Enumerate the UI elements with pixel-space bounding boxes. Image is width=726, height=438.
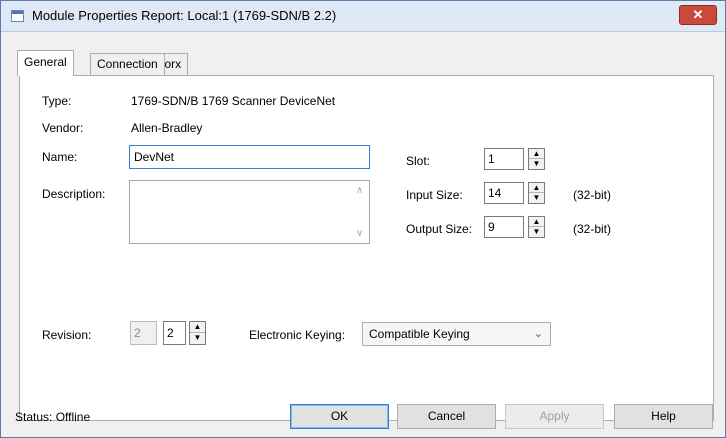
- spin-down-icon[interactable]: ▼: [529, 193, 544, 203]
- revision-minor-field[interactable]: 2: [163, 321, 186, 345]
- revision-label: Revision:: [42, 328, 92, 342]
- general-tab-panel: Type: 1769-SDN/B 1769 Scanner DeviceNet …: [19, 75, 714, 421]
- description-field[interactable]: ∧ ∨: [129, 180, 370, 244]
- spin-down-icon[interactable]: ▼: [529, 227, 544, 237]
- ok-button[interactable]: OK: [290, 404, 389, 429]
- tab-label: General: [24, 55, 67, 69]
- name-label: Name:: [42, 150, 78, 164]
- help-button[interactable]: Help: [614, 404, 713, 429]
- app-window-icon: [11, 10, 24, 22]
- electronic-keying-label: Electronic Keying:: [249, 328, 346, 342]
- spin-down-icon[interactable]: ▼: [190, 333, 205, 344]
- tab-label: Connection: [97, 57, 158, 71]
- tab-connection[interactable]: Connection: [90, 53, 165, 75]
- electronic-keying-dropdown[interactable]: Compatible Keying ⌄: [362, 322, 551, 346]
- input-size-unit: (32-bit): [573, 188, 612, 202]
- dialog-body: RSNetWorx Connection General Type: 1769-…: [9, 32, 717, 436]
- output-size-unit: (32-bit): [573, 222, 612, 236]
- close-icon: ✕: [692, 7, 704, 22]
- type-label: Type:: [42, 94, 72, 108]
- revision-major-field: 2: [130, 321, 157, 345]
- description-label: Description:: [42, 187, 106, 201]
- window-title: Module Properties Report: Local:1 (1769-…: [32, 8, 337, 23]
- status-text: Status: Offline: [15, 410, 91, 424]
- output-size-label: Output Size:: [406, 222, 473, 236]
- slot-field[interactable]: 1: [484, 148, 524, 170]
- tab-general[interactable]: General: [17, 50, 74, 76]
- close-button[interactable]: ✕: [679, 5, 717, 25]
- input-size-label: Input Size:: [406, 188, 463, 202]
- vendor-label: Vendor:: [42, 121, 84, 135]
- name-field[interactable]: DevNet: [129, 145, 370, 169]
- revision-spinner[interactable]: ▲ ▼: [189, 321, 206, 345]
- scroll-down-icon[interactable]: ∨: [356, 228, 363, 239]
- vendor-value: Allen-Bradley: [131, 121, 203, 135]
- module-properties-dialog: Module Properties Report: Local:1 (1769-…: [0, 0, 726, 438]
- chevron-down-icon[interactable]: ⌄: [534, 323, 543, 345]
- description-scrollbar[interactable]: ∧ ∨: [352, 181, 369, 243]
- input-size-field[interactable]: 14: [484, 182, 524, 204]
- title-bar: Module Properties Report: Local:1 (1769-…: [1, 1, 725, 32]
- output-size-spinner[interactable]: ▲ ▼: [528, 216, 545, 238]
- spin-up-icon[interactable]: ▲: [529, 183, 544, 193]
- slot-label: Slot:: [406, 154, 431, 168]
- apply-button: Apply: [505, 404, 604, 429]
- scroll-up-icon[interactable]: ∧: [356, 185, 363, 196]
- spin-up-icon[interactable]: ▲: [529, 149, 544, 159]
- cancel-button[interactable]: Cancel: [397, 404, 496, 429]
- electronic-keying-value: Compatible Keying: [369, 327, 470, 341]
- spin-up-icon[interactable]: ▲: [190, 322, 205, 333]
- input-size-spinner[interactable]: ▲ ▼: [528, 182, 545, 204]
- spin-up-icon[interactable]: ▲: [529, 217, 544, 227]
- slot-spinner[interactable]: ▲ ▼: [528, 148, 545, 170]
- output-size-field[interactable]: 9: [484, 216, 524, 238]
- type-value: 1769-SDN/B 1769 Scanner DeviceNet: [131, 94, 336, 108]
- spin-down-icon[interactable]: ▼: [529, 159, 544, 169]
